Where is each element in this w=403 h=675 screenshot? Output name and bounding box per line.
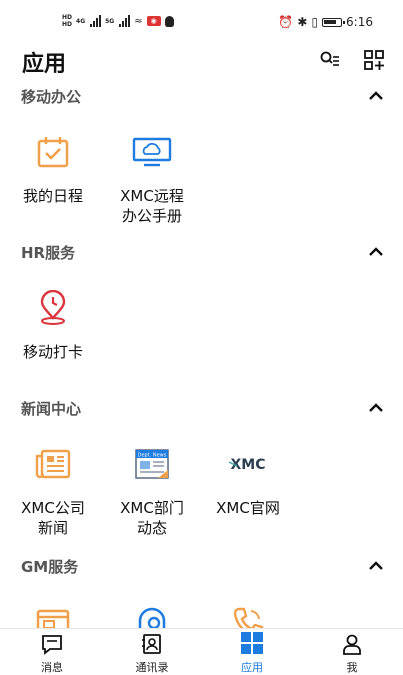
network-type-b: 5G [105,17,115,25]
app-xmc-dept-news[interactable]: Dept. News XMC部门 动态 [107,442,197,538]
clock-time: 6:16 [346,15,373,29]
alarm-icon: ⏰ [278,15,294,29]
status-bar: HD HD 4G 5G ≈ ◉ ⏰ ✱ ▯ 6:16 [0,0,403,46]
svg-text:Dept. News: Dept. News [138,453,167,459]
chevron-up-icon [369,247,383,256]
tab-label: 通讯录 [135,661,169,674]
section-title-mobile-office: 移动办公 [21,88,82,106]
app-my-schedule[interactable]: 我的日程 [8,130,98,206]
app-xmc-website[interactable]: XMC XMC官网 [203,442,293,518]
dept-news-icon: Dept. News [130,442,174,486]
person-icon [312,629,392,655]
eye-badge-icon: ◉ [146,16,161,26]
penguin-icon [164,15,174,27]
bluetooth-icon: ✱ [297,15,308,29]
apps-grid-icon [212,629,292,655]
app-label: XMC官网 [216,499,280,517]
hd-icon: HD HD [62,14,73,28]
tab-label: 消息 [41,661,63,674]
newspaper-icon [31,442,75,486]
battery-icon [322,17,346,27]
chevron-up-icon [369,403,383,412]
app-xmc-remote-manual[interactable]: XMC远程 办公手册 [107,130,197,226]
xmc-logo-icon: XMC [226,442,270,486]
signal-icon-2 [119,15,131,27]
app-label: XMC公司 新闻 [21,499,85,537]
tab-messages[interactable]: 消息 [12,629,92,674]
status-icons-right: ⏰ ✱ ▯ 6:16 [278,15,373,29]
manage-apps-button[interactable] [362,48,386,72]
calendar-check-icon [31,130,75,174]
section-title-hr-service: HR服务 [21,244,76,262]
page-title: 应用 [22,52,67,77]
collapse-button[interactable] [364,86,388,106]
chevron-up-icon [369,91,383,100]
search-list-icon [320,51,339,66]
status-icons-left: HD HD 4G 5G ≈ ◉ [62,14,174,28]
tab-label: 应用 [241,661,263,674]
wifi-icon: ≈ [134,15,143,27]
tab-contacts[interactable]: 通讯录 [112,629,192,674]
app-mobile-clock-in[interactable]: 移动打卡 [8,286,98,362]
app-label: XMC远程 办公手册 [120,187,184,225]
collapse-button[interactable] [364,398,388,418]
contacts-icon [112,629,192,655]
location-clock-icon [31,286,75,330]
app-label: 我的日程 [22,187,83,205]
tab-me[interactable]: 我 [312,629,392,674]
message-icon [12,629,92,655]
tab-label: 我 [346,661,358,674]
section-title-news-center: 新闻中心 [21,400,82,418]
monitor-cloud-icon [130,130,174,174]
network-type-a: 4G [76,17,86,25]
app-label: XMC部门 动态 [120,499,184,537]
tab-apps[interactable]: 应用 [212,629,292,674]
app-xmc-company-news[interactable]: XMC公司 新闻 [8,442,98,538]
chevron-up-icon [369,561,383,570]
signal-icon [90,15,102,27]
section-title-gm-service: GM服务 [21,558,79,576]
grid-plus-icon [364,50,384,70]
app-label: 移动打卡 [22,343,83,361]
bottom-tab-bar: 消息 通讯录 应用 我 [0,628,403,674]
collapse-button[interactable] [364,242,388,262]
collapse-button[interactable] [364,556,388,576]
search-list-button[interactable] [318,48,342,72]
vibrate-icon: ▯ [311,15,319,29]
